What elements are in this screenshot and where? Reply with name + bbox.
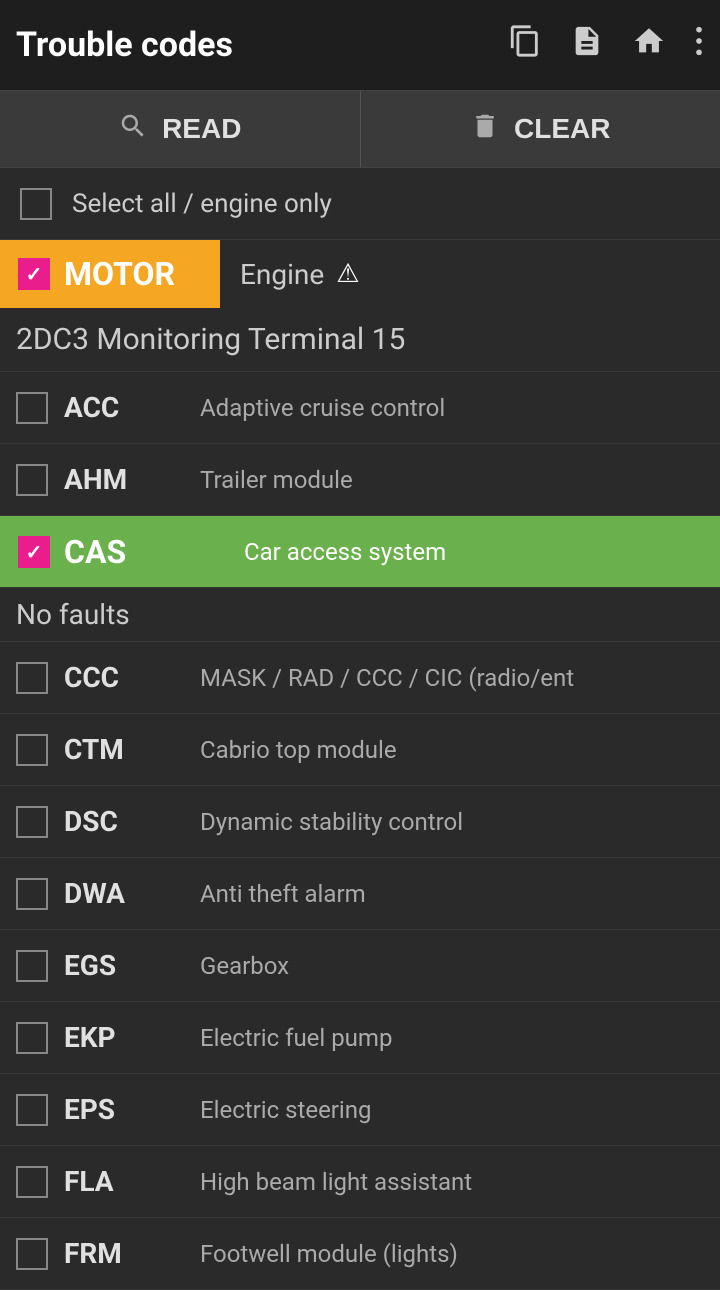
- dwa-checkbox[interactable]: [16, 878, 48, 910]
- select-all-label: Select all / engine only: [72, 189, 332, 219]
- delete-icon: [470, 111, 500, 148]
- ekp-checkbox[interactable]: [16, 1022, 48, 1054]
- dsc-checkbox[interactable]: [16, 806, 48, 838]
- search-icon: [118, 111, 148, 148]
- ahm-checkbox[interactable]: [16, 464, 48, 496]
- more-options-icon[interactable]: [694, 24, 704, 66]
- ccc-code: CCC: [64, 661, 184, 694]
- module-row-ahm[interactable]: AHM Trailer module: [0, 444, 720, 516]
- action-bar: READ CLEAR: [0, 90, 720, 168]
- document-icon[interactable]: [570, 24, 604, 66]
- dwa-desc: Anti theft alarm: [200, 880, 704, 908]
- fla-code: FLA: [64, 1165, 184, 1198]
- module-row-cas[interactable]: CAS Car access system: [0, 516, 720, 588]
- read-button[interactable]: READ: [0, 91, 361, 167]
- motor-checkbox[interactable]: [18, 258, 50, 290]
- module-row-ekp[interactable]: EKP Electric fuel pump: [0, 1002, 720, 1074]
- section-title: 2DC3 Monitoring Terminal 15: [0, 308, 720, 372]
- ekp-desc: Electric fuel pump: [200, 1024, 704, 1052]
- egs-desc: Gearbox: [200, 952, 704, 980]
- acc-checkbox[interactable]: [16, 392, 48, 424]
- acc-desc: Adaptive cruise control: [200, 394, 704, 422]
- motor-label: MOTOR: [64, 255, 175, 293]
- dwa-code: DWA: [64, 877, 184, 910]
- frm-code: FRM: [64, 1237, 184, 1270]
- app-header: Trouble codes: [0, 0, 720, 90]
- header-icon-group: [508, 24, 704, 66]
- ahm-desc: Trailer module: [200, 466, 704, 494]
- motor-engine-info: Engine ⚠: [220, 258, 380, 291]
- ekp-code: EKP: [64, 1021, 184, 1054]
- select-all-row[interactable]: Select all / engine only: [0, 168, 720, 240]
- module-row-dwa[interactable]: DWA Anti theft alarm: [0, 858, 720, 930]
- ctm-desc: Cabrio top module: [200, 736, 704, 764]
- clear-button[interactable]: CLEAR: [361, 91, 720, 167]
- ccc-checkbox[interactable]: [16, 662, 48, 694]
- module-row-frm[interactable]: FRM Footwell module (lights): [0, 1218, 720, 1290]
- clear-label: CLEAR: [514, 113, 610, 145]
- eps-desc: Electric steering: [200, 1096, 704, 1124]
- cas-code: CAS: [64, 533, 184, 571]
- ctm-checkbox[interactable]: [16, 734, 48, 766]
- fla-checkbox[interactable]: [16, 1166, 48, 1198]
- frm-desc: Footwell module (lights): [200, 1240, 704, 1268]
- eps-checkbox[interactable]: [16, 1094, 48, 1126]
- warning-icon: ⚠: [336, 259, 359, 289]
- module-row-fla[interactable]: FLA High beam light assistant: [0, 1146, 720, 1218]
- module-row-egs[interactable]: EGS Gearbox: [0, 930, 720, 1002]
- ccc-desc: MASK / RAD / CCC / CIC (radio/ent: [200, 664, 704, 692]
- frm-checkbox[interactable]: [16, 1238, 48, 1270]
- module-row-eps[interactable]: EPS Electric steering: [0, 1074, 720, 1146]
- module-row-dsc[interactable]: DSC Dynamic stability control: [0, 786, 720, 858]
- read-label: READ: [162, 113, 241, 145]
- module-row-acc[interactable]: ACC Adaptive cruise control: [0, 372, 720, 444]
- select-all-checkbox[interactable]: [20, 188, 52, 220]
- motor-section-header: MOTOR Engine ⚠: [0, 240, 720, 308]
- dsc-desc: Dynamic stability control: [200, 808, 704, 836]
- copy-icon[interactable]: [508, 24, 542, 66]
- ahm-code: AHM: [64, 463, 184, 496]
- eps-code: EPS: [64, 1093, 184, 1126]
- motor-badge[interactable]: MOTOR: [0, 240, 220, 308]
- egs-checkbox[interactable]: [16, 950, 48, 982]
- dsc-code: DSC: [64, 805, 184, 838]
- module-row-ctm[interactable]: CTM Cabrio top module: [0, 714, 720, 786]
- page-title: Trouble codes: [16, 25, 508, 65]
- cas-checkbox[interactable]: [18, 536, 50, 568]
- fla-desc: High beam light assistant: [200, 1168, 704, 1196]
- no-faults-banner: No faults: [0, 588, 720, 642]
- home-icon[interactable]: [632, 24, 666, 66]
- engine-label: Engine: [240, 258, 324, 291]
- egs-code: EGS: [64, 949, 184, 982]
- ctm-code: CTM: [64, 733, 184, 766]
- acc-code: ACC: [64, 391, 184, 424]
- cas-desc: Car access system: [236, 538, 720, 566]
- module-row-ccc[interactable]: CCC MASK / RAD / CCC / CIC (radio/ent: [0, 642, 720, 714]
